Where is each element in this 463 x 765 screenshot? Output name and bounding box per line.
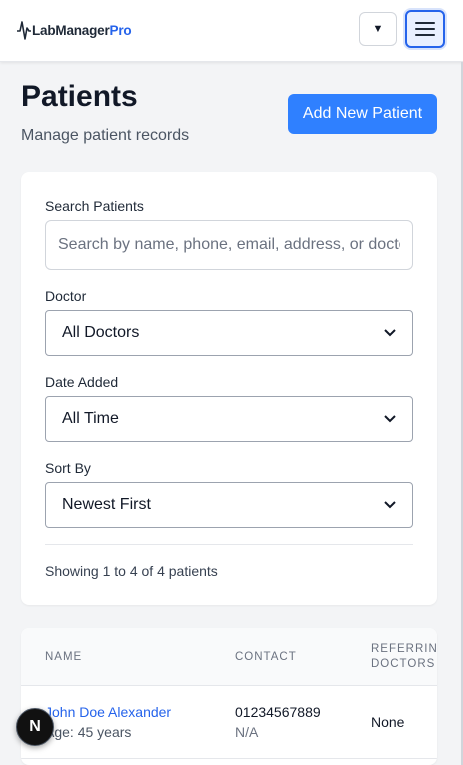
contact-phone: 01234567889 <box>235 704 321 720</box>
doctor-label: Doctor <box>45 288 87 304</box>
row-divider <box>21 758 437 759</box>
heartbeat-icon <box>17 21 31 40</box>
search-input[interactable] <box>45 220 413 270</box>
date-added-select[interactable]: All Time <box>45 396 413 442</box>
top-navbar: LabManagerPro ▼ <box>0 0 463 62</box>
floating-action-button[interactable]: N <box>16 708 54 746</box>
page-title: Patients <box>21 80 138 113</box>
brand-logo[interactable]: LabManagerPro <box>17 17 132 43</box>
search-label: Search Patients <box>45 198 144 214</box>
date-added-select-value: All Time <box>62 410 119 427</box>
divider <box>45 544 413 545</box>
sort-by-select-value: Newest First <box>62 496 151 513</box>
column-header-referring-doctors[interactable]: Referring Doctors <box>371 642 437 672</box>
brand-name-accent: Pro <box>109 22 132 38</box>
sort-by-label: Sort By <box>45 460 91 476</box>
patient-name-link[interactable]: John Doe Alexander <box>45 704 171 720</box>
hamburger-icon <box>415 22 435 36</box>
patient-age: Age: 45 years <box>45 724 132 740</box>
page-subtitle: Manage patient records <box>21 127 190 144</box>
chevron-down-icon <box>384 501 396 509</box>
referring-doctors: None <box>371 714 405 730</box>
user-dropdown-button[interactable]: ▼ <box>359 12 397 46</box>
caret-down-icon: ▼ <box>372 23 384 35</box>
brand-name-main: LabManager <box>32 22 110 38</box>
filters-card: Search Patients Doctor All Doctors Date … <box>21 172 437 605</box>
menu-toggle-button[interactable] <box>405 10 445 48</box>
results-count: Showing 1 to 4 of 4 patients <box>45 563 218 579</box>
column-header-contact[interactable]: Contact <box>235 650 297 665</box>
table-header: Name Contact Referring Doctors <box>21 628 437 686</box>
doctor-select-value: All Doctors <box>62 324 140 341</box>
date-added-label: Date Added <box>45 374 119 390</box>
doctor-select[interactable]: All Doctors <box>45 310 413 356</box>
patients-table: Name Contact Referring Doctors John Doe … <box>21 628 437 765</box>
chevron-down-icon <box>384 329 396 337</box>
chevron-down-icon <box>384 415 396 423</box>
column-header-name[interactable]: Name <box>45 650 82 665</box>
sort-by-select[interactable]: Newest First <box>45 482 413 528</box>
add-new-patient-button[interactable]: Add New Patient <box>288 94 437 134</box>
n-logo-icon: N <box>29 718 41 735</box>
contact-email: N/A <box>235 724 259 740</box>
brand-name: LabManagerPro <box>32 22 132 38</box>
